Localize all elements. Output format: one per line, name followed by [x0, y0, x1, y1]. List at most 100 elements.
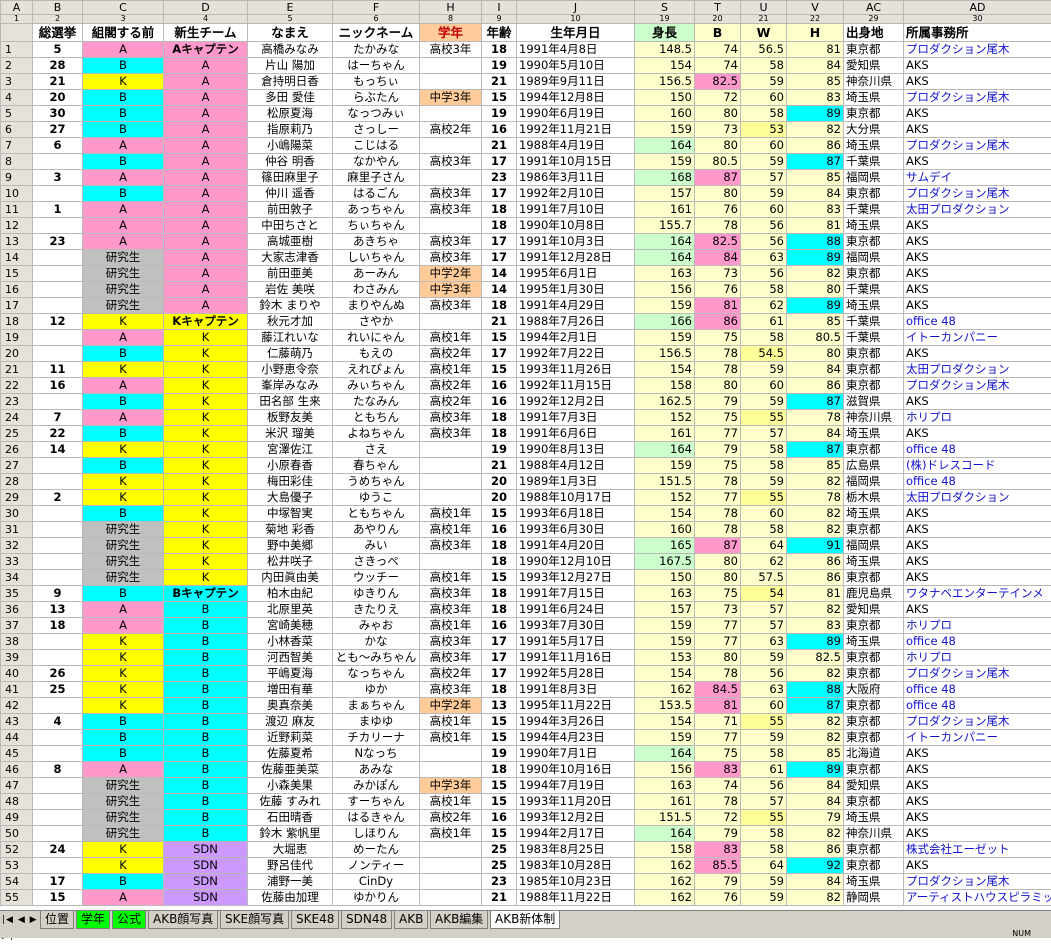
birthplace-cell[interactable]: 千葉県 [844, 330, 904, 346]
birthdate-cell[interactable]: 1995年1月30日 [517, 282, 635, 298]
hip-cell[interactable]: 84 [787, 874, 844, 890]
age-cell[interactable]: 14 [482, 266, 517, 282]
birthplace-cell[interactable]: 東京都 [844, 442, 904, 458]
new-team-cell[interactable]: Bキャプテン [164, 586, 248, 602]
new-team-cell[interactable]: B [164, 794, 248, 810]
birthdate-cell[interactable]: 1992年2月10日 [517, 186, 635, 202]
height-cell[interactable]: 164 [635, 138, 695, 154]
birthdate-cell[interactable]: 1993年12月2日 [517, 810, 635, 826]
birthplace-cell[interactable]: 東京都 [844, 714, 904, 730]
height-cell[interactable]: 162 [635, 858, 695, 874]
age-cell[interactable]: 17 [482, 634, 517, 650]
new-team-cell[interactable]: K [164, 410, 248, 426]
birthplace-cell[interactable]: 東京都 [844, 522, 904, 538]
birthdate-cell[interactable]: 1990年6月19日 [517, 106, 635, 122]
column-letter-v[interactable]: V [787, 1, 844, 15]
name-cell[interactable]: 鈴木 紫帆里 [248, 826, 333, 842]
height-cell[interactable]: 159 [635, 458, 695, 474]
bust-cell[interactable]: 77 [695, 618, 741, 634]
birthplace-cell[interactable]: 東京都 [844, 650, 904, 666]
new-team-cell[interactable]: K [164, 570, 248, 586]
new-team-cell[interactable]: A [164, 138, 248, 154]
agency-cell[interactable]: AKS [904, 602, 1051, 618]
row-number[interactable]: 54 [1, 874, 33, 890]
grade-cell[interactable]: 高校1年 [420, 362, 482, 378]
bust-cell[interactable]: 80 [695, 106, 741, 122]
height-cell[interactable]: 154 [635, 58, 695, 74]
bust-cell[interactable]: 78 [695, 794, 741, 810]
row-number[interactable]: 44 [1, 730, 33, 746]
birthdate-cell[interactable]: 1995年11月22日 [517, 698, 635, 714]
prev-team-cell[interactable]: B [83, 58, 164, 74]
agency-cell[interactable]: AKS [904, 74, 1051, 90]
grade-cell[interactable]: 高校3年 [420, 234, 482, 250]
prev-team-cell[interactable]: K [83, 74, 164, 90]
prev-team-cell[interactable]: A [83, 618, 164, 634]
age-cell[interactable]: 25 [482, 858, 517, 874]
election-rank-cell[interactable]: 22 [33, 426, 83, 442]
bust-cell[interactable]: 84 [695, 250, 741, 266]
age-cell[interactable]: 18 [482, 410, 517, 426]
birthplace-cell[interactable]: 東京都 [844, 266, 904, 282]
waist-cell[interactable]: 62 [741, 298, 787, 314]
waist-cell[interactable]: 57 [741, 618, 787, 634]
grade-cell[interactable]: 高校2年 [420, 810, 482, 826]
name-cell[interactable]: 高橋みなみ [248, 42, 333, 58]
prev-team-cell[interactable]: A [83, 602, 164, 618]
prev-team-cell[interactable]: K [83, 314, 164, 330]
waist-cell[interactable]: 59 [741, 394, 787, 410]
hip-cell[interactable]: 87 [787, 698, 844, 714]
name-cell[interactable]: 松井咲子 [248, 554, 333, 570]
new-team-cell[interactable]: B [164, 730, 248, 746]
height-cell[interactable]: 161 [635, 426, 695, 442]
new-team-cell[interactable]: B [164, 618, 248, 634]
birthdate-cell[interactable]: 1993年11月20日 [517, 794, 635, 810]
new-team-cell[interactable]: K [164, 330, 248, 346]
age-cell[interactable]: 18 [482, 42, 517, 58]
name-cell[interactable]: 野中美郷 [248, 538, 333, 554]
waist-cell[interactable]: 58 [741, 58, 787, 74]
waist-cell[interactable]: 59 [741, 186, 787, 202]
row-number[interactable]: 33 [1, 554, 33, 570]
height-cell[interactable]: 159 [635, 634, 695, 650]
row-number[interactable]: 28 [1, 474, 33, 490]
name-cell[interactable]: 秋元才加 [248, 314, 333, 330]
birthplace-cell[interactable]: 神奈川県 [844, 826, 904, 842]
new-team-cell[interactable]: Kキャプテン [164, 314, 248, 330]
height-cell[interactable]: 161 [635, 794, 695, 810]
waist-cell[interactable]: 55 [741, 490, 787, 506]
election-rank-cell[interactable]: 11 [33, 362, 83, 378]
bust-cell[interactable]: 79 [695, 442, 741, 458]
hip-cell[interactable]: 78 [787, 410, 844, 426]
column-letter-t[interactable]: T [695, 1, 741, 15]
birthdate-cell[interactable]: 1990年5月10日 [517, 58, 635, 74]
column-letter-c[interactable]: C [83, 1, 164, 15]
birthdate-cell[interactable]: 1989年1月3日 [517, 474, 635, 490]
bust-cell[interactable]: 74 [695, 42, 741, 58]
nickname-cell[interactable]: なかやん [333, 154, 420, 170]
birthplace-cell[interactable]: 栃木県 [844, 490, 904, 506]
bust-cell[interactable]: 87 [695, 170, 741, 186]
election-rank-cell[interactable] [33, 298, 83, 314]
row-number[interactable]: 19 [1, 330, 33, 346]
hip-cell[interactable]: 82 [787, 522, 844, 538]
birthplace-cell[interactable]: 埼玉県 [844, 298, 904, 314]
agency-cell[interactable]: イトーカンパニー [904, 330, 1051, 346]
prev-team-cell[interactable]: 研究生 [83, 282, 164, 298]
grade-cell[interactable]: 高校3年 [420, 42, 482, 58]
height-cell[interactable]: 151.5 [635, 810, 695, 826]
age-cell[interactable]: 17 [482, 234, 517, 250]
sheet-tab[interactable]: SKE48 [291, 911, 339, 929]
hip-cell[interactable]: 83 [787, 202, 844, 218]
column-letter-i[interactable]: I [482, 1, 517, 15]
new-team-cell[interactable]: B [164, 698, 248, 714]
agency-cell[interactable]: AKS [904, 266, 1051, 282]
birthdate-cell[interactable]: 1986年3月11日 [517, 170, 635, 186]
prev-team-cell[interactable]: A [83, 378, 164, 394]
row-number[interactable]: 25 [1, 426, 33, 442]
birthplace-cell[interactable]: 大阪府 [844, 682, 904, 698]
age-cell[interactable]: 16 [482, 618, 517, 634]
new-team-cell[interactable]: A [164, 266, 248, 282]
name-cell[interactable]: 中塚智実 [248, 506, 333, 522]
name-cell[interactable]: 梅田彩佳 [248, 474, 333, 490]
